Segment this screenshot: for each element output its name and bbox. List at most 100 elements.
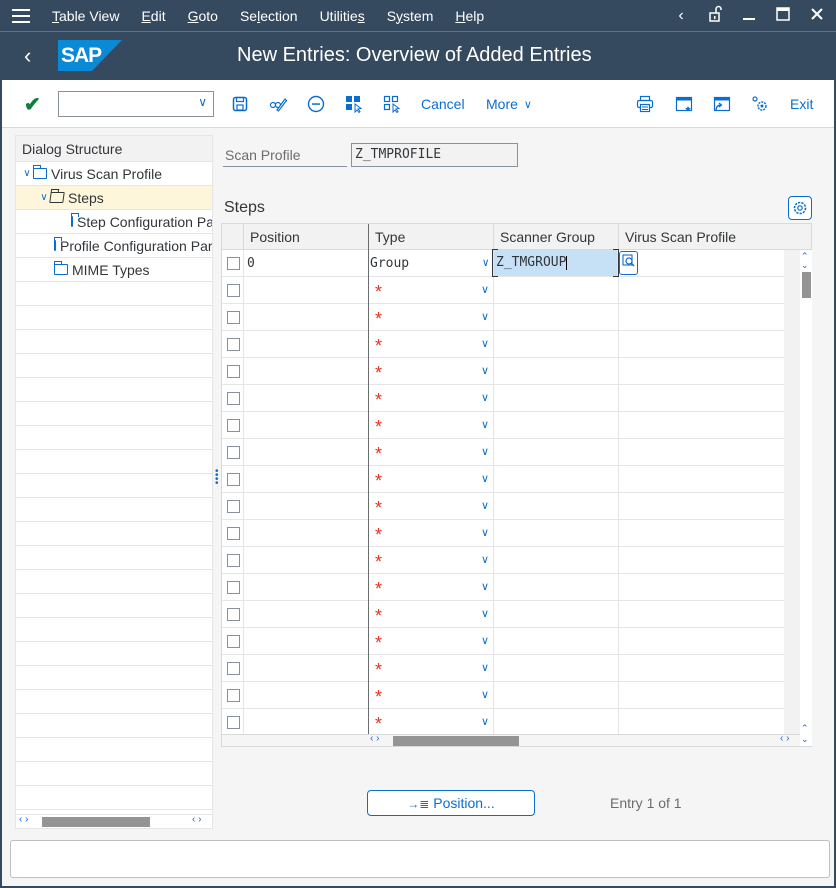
type-dropdown[interactable]: * ∨ [369, 493, 494, 519]
table-settings-button[interactable] [788, 196, 812, 220]
exit-button[interactable]: Exit [790, 80, 813, 128]
position-cell[interactable] [244, 412, 369, 438]
tree-item-mime-types[interactable]: MIME Types [16, 258, 212, 282]
row-select-checkbox[interactable] [227, 419, 240, 432]
scrollbar-thumb[interactable] [802, 272, 811, 298]
virus-scan-profile-cell[interactable] [619, 709, 784, 735]
type-dropdown[interactable]: * ∨ [369, 358, 494, 384]
back-button[interactable]: ‹ [24, 43, 31, 69]
scroll-up-icon[interactable]: ⌃ [801, 723, 809, 734]
position-cell[interactable] [244, 466, 369, 492]
position-cell[interactable] [244, 304, 369, 330]
position-cell[interactable] [244, 358, 369, 384]
menu-system[interactable]: System [387, 8, 434, 24]
chevron-down-icon[interactable]: ∨ [481, 607, 489, 620]
row-select-checkbox[interactable] [227, 284, 240, 297]
column-header-position[interactable]: Position [244, 224, 369, 250]
scroll-right-icon[interactable]: ‹ › [192, 814, 201, 825]
scanner-group-cell[interactable] [494, 682, 619, 708]
back-icon[interactable]: ‹ [672, 7, 690, 25]
maximize-icon[interactable] [774, 6, 792, 26]
customize-icon[interactable] [750, 80, 770, 128]
row-select-checkbox[interactable] [227, 608, 240, 621]
scanner-group-input[interactable]: Z_TMGROUP [492, 249, 619, 277]
menu-icon[interactable] [12, 8, 30, 23]
chevron-down-icon[interactable]: ∨ [481, 283, 489, 296]
virus-scan-profile-cell[interactable] [619, 304, 784, 330]
scroll-down-icon[interactable]: ⌄ [801, 260, 809, 271]
scroll-left-right-icon[interactable]: ‹ › [370, 733, 379, 744]
row-select-checkbox[interactable] [227, 527, 240, 540]
virus-scan-profile-cell[interactable] [619, 547, 784, 573]
tree-item-step-configuration-parameters[interactable]: Step Configuration Parameters [16, 210, 212, 234]
row-select-checkbox[interactable] [227, 446, 240, 459]
virus-scan-profile-cell[interactable] [619, 682, 784, 708]
chevron-down-icon[interactable]: ∨ [481, 526, 489, 539]
type-dropdown[interactable]: * ∨ [369, 385, 494, 411]
dialog-structure-hscrollbar[interactable]: ‹ › ‹ › [16, 814, 212, 828]
chevron-down-icon[interactable]: ∨ [481, 391, 489, 404]
virus-scan-profile-cell[interactable] [619, 250, 784, 276]
position-cell[interactable] [244, 601, 369, 627]
position-cell[interactable] [244, 277, 369, 303]
scanner-group-cell[interactable] [494, 493, 619, 519]
type-dropdown[interactable]: * ∨ [369, 547, 494, 573]
scanner-group-cell[interactable] [494, 412, 619, 438]
column-header-virus-scan-profile[interactable]: Virus Scan Profile [619, 224, 784, 250]
scanner-group-cell[interactable] [494, 358, 619, 384]
tree-item-profile-configuration-parameters[interactable]: Profile Configuration Parameters [16, 234, 212, 258]
command-field[interactable]: ∨ [58, 91, 214, 117]
row-select-checkbox[interactable] [227, 500, 240, 513]
position-cell[interactable] [244, 520, 369, 546]
chevron-down-icon[interactable]: ∨ [482, 256, 489, 269]
scanner-group-cell[interactable] [494, 304, 619, 330]
type-dropdown[interactable]: * ∨ [369, 601, 494, 627]
menu-utilities[interactable]: Utilities [320, 8, 365, 24]
position-cell[interactable] [244, 574, 369, 600]
scanner-group-cell[interactable] [494, 439, 619, 465]
scrollbar-thumb[interactable] [393, 736, 519, 746]
scroll-left-icon[interactable]: ‹ › [19, 814, 28, 825]
position-cell[interactable] [244, 493, 369, 519]
chevron-down-icon[interactable]: ∨ [21, 168, 33, 179]
scanner-group-cell[interactable] [494, 628, 619, 654]
type-dropdown[interactable]: * ∨ [369, 682, 494, 708]
row-select-checkbox[interactable] [227, 338, 240, 351]
position-cell[interactable] [244, 628, 369, 654]
chevron-down-icon[interactable]: ∨ [481, 472, 489, 485]
row-select-checkbox[interactable] [227, 257, 240, 270]
generate-shortcut-icon[interactable] [712, 80, 732, 128]
position-cell[interactable] [244, 439, 369, 465]
table-hscrollbar[interactable]: ‹ › ‹ › [222, 733, 800, 746]
row-select-checkbox[interactable] [227, 365, 240, 378]
row-select-checkbox[interactable] [227, 689, 240, 702]
chevron-down-icon[interactable]: ∨ [481, 715, 489, 728]
position-cell[interactable] [244, 331, 369, 357]
type-dropdown[interactable]: * ∨ [369, 520, 494, 546]
type-dropdown[interactable]: * ∨ [369, 628, 494, 654]
position-cell[interactable] [244, 385, 369, 411]
chevron-down-icon[interactable]: ∨ [481, 418, 489, 431]
scanner-group-cell[interactable] [494, 520, 619, 546]
tree-item-steps[interactable]: ∨ Steps [16, 186, 212, 210]
scroll-left-right-icon[interactable]: ‹ › [780, 733, 789, 744]
minimize-icon[interactable] [740, 7, 758, 26]
close-icon[interactable] [808, 7, 826, 26]
menu-edit[interactable]: Edit [141, 8, 165, 24]
chevron-down-icon[interactable]: ∨ [481, 553, 489, 566]
chevron-down-icon[interactable]: ∨ [481, 364, 489, 377]
position-cell[interactable]: 0 [244, 250, 369, 276]
row-select-checkbox[interactable] [227, 554, 240, 567]
virus-scan-profile-cell[interactable] [619, 493, 784, 519]
save-icon[interactable] [230, 80, 250, 128]
virus-scan-profile-cell[interactable] [619, 520, 784, 546]
table-vscrollbar[interactable]: ⌃ ⌄ ⌃ ⌄ [800, 250, 812, 746]
chevron-down-icon[interactable]: ∨ [481, 337, 489, 350]
row-select-checkbox[interactable] [227, 662, 240, 675]
type-dropdown[interactable]: * ∨ [369, 655, 494, 681]
virus-scan-profile-cell[interactable] [619, 466, 784, 492]
fixed-column-divider[interactable] [368, 224, 369, 746]
scroll-down-icon[interactable]: ⌄ [801, 734, 809, 745]
chevron-down-icon[interactable]: ∨ [481, 310, 489, 323]
type-dropdown[interactable]: * ∨ [369, 412, 494, 438]
